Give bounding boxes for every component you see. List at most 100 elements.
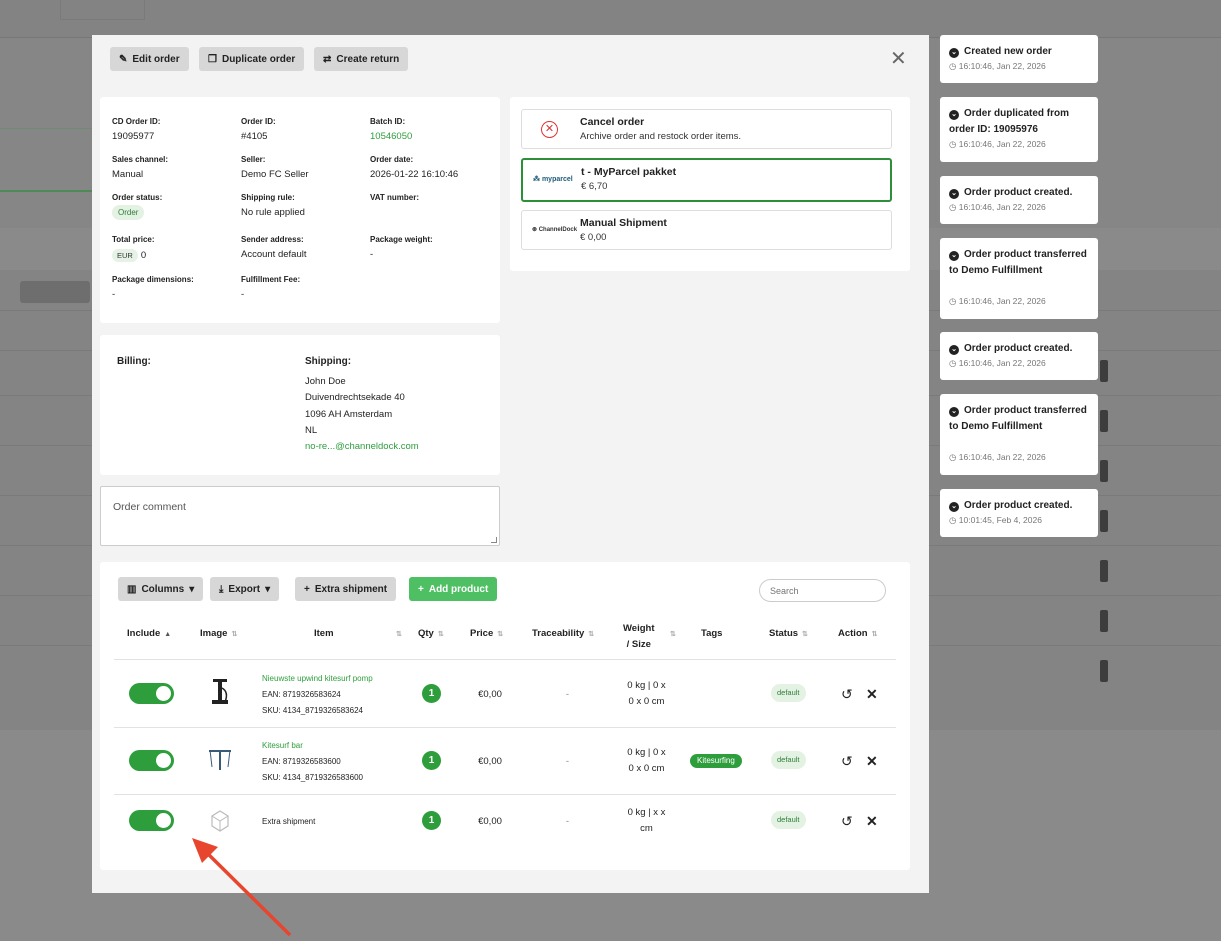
duplicate-order-button[interactable]: ❐ Duplicate order <box>199 47 305 71</box>
order-comment-field[interactable]: Order comment <box>100 486 500 546</box>
timeline-title-text: Order product created. <box>964 500 1073 511</box>
package-weight: - <box>370 249 374 260</box>
download-icon: ⤓ <box>219 583 224 595</box>
weight-size: 0 kg | 0 x 0 x 0 cm <box>615 678 678 710</box>
background-product-icon <box>1100 410 1108 432</box>
background-product-icon <box>1100 360 1108 382</box>
search-input[interactable] <box>759 579 886 602</box>
table-row-divider <box>114 794 896 795</box>
item-ean: EAN: 8719326583624 <box>262 690 341 699</box>
batch-id-link[interactable]: 10546050 <box>370 131 412 142</box>
shipping-name: John Doe <box>305 376 346 387</box>
timeline-time-text: 10:01:45, Feb 4, 2026 <box>958 515 1042 525</box>
columns-button[interactable]: ▥ Columns ▾ <box>118 577 204 601</box>
weight-line-2: cm <box>640 823 653 834</box>
toggle-knob <box>156 753 171 768</box>
header-weight-sort[interactable]: ⇅ <box>666 628 676 639</box>
traceability: - <box>565 756 570 767</box>
sort-icon: ⇅ <box>437 631 444 638</box>
sort-icon: ⇅ <box>396 631 402 638</box>
header-status[interactable]: Status ⇅ <box>769 628 808 639</box>
shipping-options-card: ✕ Cancel order Archive order and restock… <box>510 97 910 271</box>
cancel-order-option[interactable]: ✕ Cancel order Archive order and restock… <box>521 109 892 149</box>
timeline-entry: ⌄ Order product created. ◷ 16:10:46, Jan … <box>940 176 1098 224</box>
header-traceability[interactable]: Traceability ⇅ <box>532 628 594 639</box>
package-weight-label: Package weight: <box>370 235 433 244</box>
edit-order-button[interactable]: ✎ Edit order <box>110 47 189 71</box>
sender-address-label: Sender address: <box>241 235 304 244</box>
export-label: Export <box>228 583 261 595</box>
remove-icon[interactable]: ✕ <box>866 753 878 770</box>
chevron-circle-icon: ⌄ <box>949 345 959 355</box>
undo-icon[interactable]: ↺ <box>841 813 853 830</box>
traceability: - <box>565 816 570 827</box>
myparcel-option[interactable]: ⁂ myparcel t - MyParcel pakket € 6,70 <box>521 158 892 202</box>
myparcel-logo: ⁂ myparcel <box>533 176 573 183</box>
fulfillment-fee: - <box>241 289 245 300</box>
header-image[interactable]: Image ⇅ <box>200 628 237 639</box>
timeline-time-text: 16:10:46, Jan 22, 2026 <box>958 358 1046 368</box>
swap-icon: ⇄ <box>323 53 332 65</box>
chevron-circle-icon: ⌄ <box>949 189 959 199</box>
cancel-order-title: Cancel order <box>580 116 645 128</box>
header-price[interactable]: Price ⇅ <box>470 628 503 639</box>
undo-icon[interactable]: ↺ <box>841 753 853 770</box>
include-toggle[interactable] <box>129 810 174 831</box>
shipping-country: NL <box>305 425 318 436</box>
header-item-sort[interactable]: ⇅ <box>392 628 402 639</box>
sort-icon: ⇅ <box>588 631 595 638</box>
include-toggle[interactable] <box>129 750 174 771</box>
header-tags[interactable]: Tags <box>701 628 722 639</box>
timeline-title-text: Order product transferred to Demo Fulfil… <box>949 405 1087 432</box>
header-item-label: Item <box>314 628 334 639</box>
duplicate-order-label: Duplicate order <box>221 53 296 65</box>
package-dimensions: - <box>112 289 116 300</box>
weight-line-2: 0 x 0 cm <box>628 696 665 707</box>
remove-icon[interactable]: ✕ <box>866 686 878 703</box>
timeline-title: ⌄ Created new order <box>949 44 1091 60</box>
timeline-time-text: 16:10:46, Jan 22, 2026 <box>958 139 1046 149</box>
header-item[interactable]: Item <box>314 628 334 639</box>
weight-size: 0 kg | 0 x 0 x 0 cm <box>615 745 678 777</box>
background-product-icon <box>1100 460 1108 482</box>
add-product-button[interactable]: + Add product <box>409 577 498 601</box>
timeline-time: ◷ 16:10:46, Jan 22, 2026 <box>949 296 1046 306</box>
header-qty[interactable]: Qty ⇅ <box>418 628 444 639</box>
create-return-button[interactable]: ⇄ Create return <box>314 47 409 71</box>
order-status-pill: Order <box>112 205 145 220</box>
qty-badge: 1 <box>422 684 441 703</box>
myparcel-price: € 6,70 <box>581 181 608 192</box>
timeline-title-text: Order duplicated from order ID: 19095976 <box>949 108 1070 135</box>
header-include[interactable]: Include ▲ <box>127 628 171 639</box>
timeline-time: ◷ 16:10:46, Jan 22, 2026 <box>949 452 1046 462</box>
order-info-card: CD Order ID: 19095977 Order ID: #4105 Ba… <box>100 97 500 323</box>
resize-handle-icon[interactable] <box>491 537 497 543</box>
status-badge: default <box>771 811 806 829</box>
item-sku: SKU: 4134_8719326583600 <box>262 773 363 782</box>
plus-icon: + <box>304 583 310 595</box>
shipping-email-link[interactable]: no-re...@channeldock.com <box>305 441 419 452</box>
include-toggle[interactable] <box>129 683 174 704</box>
header-weight[interactable]: Weight / Size <box>623 621 655 653</box>
timeline-time: ◷ 16:10:46, Jan 22, 2026 <box>949 61 1046 71</box>
extra-shipment-button[interactable]: + Extra shipment <box>295 577 397 601</box>
export-button[interactable]: ⤓ Export ▾ <box>210 577 280 601</box>
chevron-circle-icon: ⌄ <box>949 110 959 120</box>
timeline-time-text: 16:10:46, Jan 22, 2026 <box>958 202 1046 212</box>
item-sku: SKU: 4134_8719326583624 <box>262 706 363 715</box>
remove-icon[interactable]: ✕ <box>866 813 878 830</box>
undo-icon[interactable]: ↺ <box>841 686 853 703</box>
background-topbar <box>0 0 1221 38</box>
item-name-link[interactable]: Kitesurf bar <box>262 741 303 750</box>
close-icon[interactable]: ✕ <box>890 49 907 69</box>
batch-id-label: Batch ID: <box>370 117 406 126</box>
background-product-icon <box>1100 510 1108 532</box>
item-name-link[interactable]: Nieuwste upwind kitesurf pomp <box>262 674 373 683</box>
weight-line-1: 0 kg | 0 x <box>627 747 666 758</box>
header-action[interactable]: Action ⇅ <box>838 628 877 639</box>
edit-icon: ✎ <box>119 53 128 65</box>
manual-shipment-option[interactable]: ⊛ ChannelDock Manual Shipment € 0,00 <box>521 210 892 250</box>
header-weight-label: Weight <box>623 623 655 634</box>
seller: Demo FC Seller <box>241 169 309 180</box>
header-action-label: Action <box>838 628 868 639</box>
